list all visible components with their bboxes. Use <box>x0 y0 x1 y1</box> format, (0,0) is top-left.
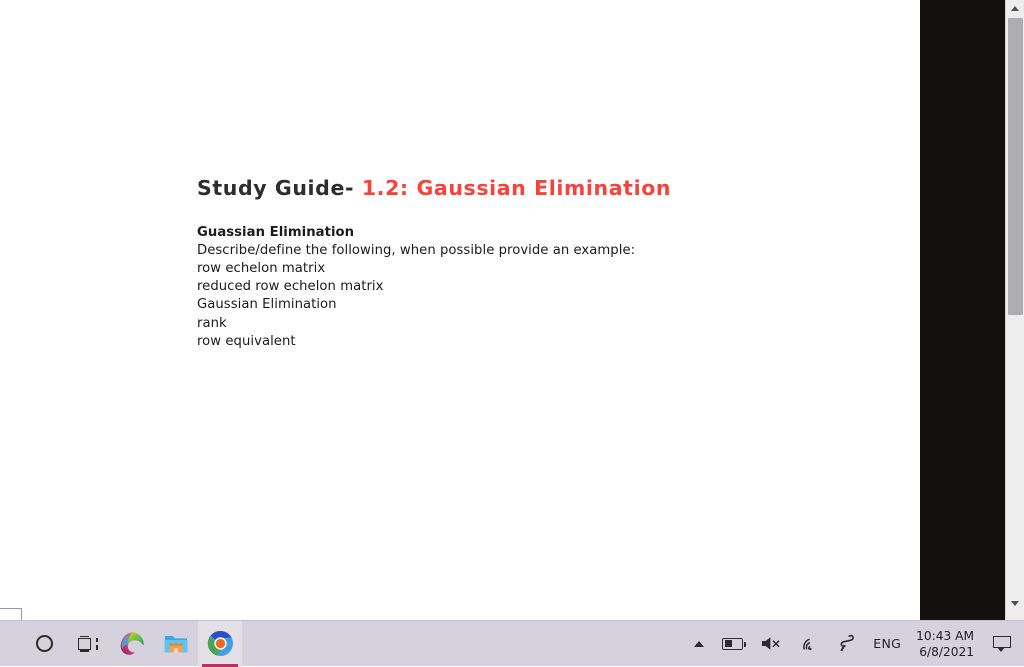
system-tray: ENG 10:43 AM 6/8/2021 <box>685 621 1024 667</box>
edge-icon <box>120 632 144 655</box>
show-hidden-icons-button[interactable] <box>685 621 713 667</box>
edge-button[interactable] <box>110 621 154 667</box>
chrome-button[interactable] <box>198 620 242 667</box>
file-explorer-button[interactable] <box>154 621 198 667</box>
file-explorer-folder-icon <box>164 635 188 652</box>
clock-date: 6/8/2021 <box>919 644 974 659</box>
page-title: Study Guide- 1.2: Gaussian Elimination <box>197 176 837 202</box>
document-line: Guassian Elimination <box>197 224 355 240</box>
document-text-block: Study Guide- 1.2: Gaussian Elimination G… <box>197 176 837 351</box>
document-body: Guassian Elimination Describe/define the… <box>197 224 837 351</box>
battery-icon <box>722 637 747 650</box>
document-line: Describe/define the following, when poss… <box>197 242 636 258</box>
vertical-scrollbar[interactable] <box>1005 0 1024 620</box>
wifi-icon <box>803 637 812 650</box>
network-button[interactable] <box>791 621 829 667</box>
pen-icon <box>840 634 855 652</box>
taskbar: ENG 10:43 AM 6/8/2021 <box>0 620 1024 667</box>
task-view-button[interactable] <box>66 621 110 667</box>
clock-button[interactable]: 10:43 AM 6/8/2021 <box>910 621 984 667</box>
browser-content-viewport: Study Guide- 1.2: Gaussian Elimination G… <box>0 0 1024 620</box>
document-line: row equivalent <box>197 333 296 349</box>
scroll-down-arrow-icon[interactable] <box>1006 595 1024 612</box>
document-line: reduced row echelon matrix <box>197 279 384 295</box>
document-page: Study Guide- 1.2: Gaussian Elimination G… <box>0 0 920 620</box>
page-title-accent: 1.2: Gaussian Elimination <box>361 176 672 200</box>
taskbar-app-list <box>0 620 242 667</box>
document-line: rank <box>197 315 227 331</box>
page-background-gutter <box>920 0 1005 620</box>
document-line: row echelon matrix <box>197 261 326 277</box>
start-button[interactable] <box>0 621 22 667</box>
pen-workspace-button[interactable] <box>829 621 864 667</box>
page-title-plain: Study Guide- <box>197 176 362 200</box>
language-indicator[interactable]: ENG <box>864 621 910 667</box>
scroll-up-arrow-icon[interactable] <box>1006 0 1024 17</box>
cortana-ring-icon <box>35 635 53 652</box>
start-button-notch[interactable] <box>0 608 22 620</box>
action-center-button[interactable] <box>984 621 1020 667</box>
clock-time: 10:43 AM <box>916 628 974 643</box>
document-line: Gaussian Elimination <box>197 297 337 313</box>
action-center-icon <box>993 636 1011 652</box>
battery-button[interactable] <box>713 621 752 667</box>
cortana-button[interactable] <box>22 621 66 667</box>
chevron-up-icon <box>694 640 705 647</box>
chrome-icon <box>207 630 233 657</box>
task-view-icon <box>78 635 98 652</box>
speaker-muted-icon <box>762 637 780 650</box>
volume-button[interactable] <box>752 621 791 667</box>
scrollbar-thumb[interactable] <box>1008 18 1023 315</box>
